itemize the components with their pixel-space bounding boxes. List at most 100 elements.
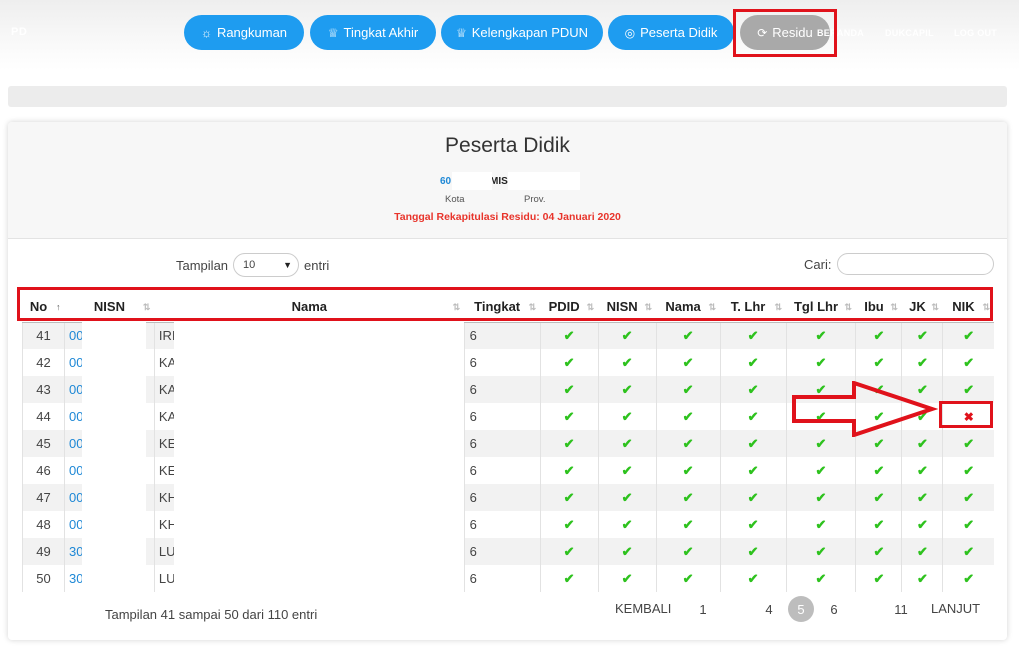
row-number: 46 xyxy=(22,457,65,484)
residu-table: No ↑ NISN ⇅ Nama ⇅ Tingkat ⇅ PDID ⇅ NISN ⇅ Nama ⇅ T. L… xyxy=(22,292,994,592)
check-icon: ✔ xyxy=(563,543,575,559)
status-cell: ✔ xyxy=(785,457,856,484)
status-cell: ✔ xyxy=(942,457,994,484)
nav-button-label: Rangkuman xyxy=(216,25,288,40)
status-cell: ✔ xyxy=(901,511,943,538)
check-icon: ✔ xyxy=(747,435,759,451)
row-tingkat: 6 xyxy=(463,538,541,565)
pager-prev[interactable]: KEMBALI xyxy=(615,601,671,616)
status-cell: ✔ xyxy=(855,511,902,538)
check-icon: ✔ xyxy=(963,354,975,370)
check-icon: ✔ xyxy=(563,516,575,532)
check-icon: ✔ xyxy=(747,381,759,397)
check-icon: ✔ xyxy=(963,516,975,532)
check-icon: ✔ xyxy=(916,435,928,451)
check-icon: ✔ xyxy=(682,543,694,559)
trophy-icon: ♕ xyxy=(455,25,467,40)
status-cell: ✔ xyxy=(539,457,599,484)
top-navbar: PD ☼ Rangkuman ♕ Tingkat Akhir ♕ Kelengk… xyxy=(0,0,1019,70)
check-icon: ✔ xyxy=(682,489,694,505)
entries-select-value: 10 xyxy=(243,259,256,271)
status-cell: ✔ xyxy=(539,430,599,457)
table-row: 48 00 KH 6 ✔ ✔ ✔ ✔ ✔ ✔ ✔ ✔ xyxy=(22,511,994,538)
status-cell: ✔ xyxy=(597,376,657,403)
check-icon: ✔ xyxy=(682,462,694,478)
lightbulb-icon: ☼ xyxy=(200,25,212,40)
status-cell: ✔ xyxy=(942,322,994,349)
nav-button-label: Peserta Didik xyxy=(640,25,718,40)
check-icon: ✔ xyxy=(563,354,575,370)
page-button[interactable]: 6 xyxy=(821,596,847,622)
status-cell: ✔ xyxy=(539,322,599,349)
check-icon: ✔ xyxy=(563,327,575,343)
check-icon: ✔ xyxy=(815,462,827,478)
status-cell: ✔ xyxy=(655,457,721,484)
table-row: 42 00 KA 6 ✔ ✔ ✔ ✔ ✔ ✔ ✔ ✔ xyxy=(22,349,994,376)
nav-button-peserta-didik[interactable]: ◎ Peserta Didik xyxy=(608,15,734,50)
row-number: 47 xyxy=(22,484,65,511)
check-icon: ✔ xyxy=(916,327,928,343)
nav-link-dukcapil[interactable]: DUKCAPIL xyxy=(885,28,934,38)
pager-next[interactable]: LANJUT xyxy=(931,601,980,616)
status-cell: ✔ xyxy=(719,484,787,511)
status-cell: ✔ xyxy=(597,565,657,592)
check-icon: ✔ xyxy=(747,462,759,478)
search-label: Cari: xyxy=(804,256,832,272)
status-cell: ✔ xyxy=(597,322,657,349)
nav-button-kelengkapan-pdun[interactable]: ♕ Kelengkapan PDUN xyxy=(441,15,603,50)
status-cell: ✔ xyxy=(539,376,599,403)
table-row: 50 30 LU 6 ✔ ✔ ✔ ✔ ✔ ✔ ✔ ✔ xyxy=(22,565,994,592)
page-title: Peserta Didik xyxy=(445,134,570,157)
status-cell: ✔ xyxy=(942,349,994,376)
status-cell: ✔ xyxy=(719,403,787,430)
nav-button-label: Tingkat Akhir xyxy=(343,25,419,40)
status-cell: ✔ xyxy=(597,457,657,484)
row-tingkat: 6 xyxy=(463,430,541,457)
page-button[interactable]: 4 xyxy=(756,596,782,622)
check-icon: ✔ xyxy=(747,408,759,424)
status-cell: ✔ xyxy=(901,349,943,376)
check-icon: ✔ xyxy=(916,462,928,478)
check-icon: ✔ xyxy=(563,381,575,397)
check-icon: ✔ xyxy=(682,435,694,451)
city-label: Kota xyxy=(445,194,465,205)
highlight-box-header xyxy=(17,287,993,321)
status-cell: ✔ xyxy=(901,538,943,565)
row-tingkat: 6 xyxy=(463,457,541,484)
table-row: 47 00 KH 6 ✔ ✔ ✔ ✔ ✔ ✔ ✔ ✔ xyxy=(22,484,994,511)
check-icon: ✔ xyxy=(682,381,694,397)
table-row: 41 00 IRI 6 ✔ ✔ ✔ ✔ ✔ ✔ ✔ ✔ xyxy=(22,322,994,349)
status-cell: ✔ xyxy=(597,403,657,430)
page-button[interactable]: 11 xyxy=(888,596,914,622)
row-tingkat: 6 xyxy=(463,565,541,592)
breadcrumb-bar xyxy=(8,86,1007,107)
entries-length-control: Tampilan 10 ▼ entri xyxy=(176,253,329,277)
status-cell: ✔ xyxy=(942,376,994,403)
province-label: Prov. xyxy=(524,194,546,205)
school-line: 60 MIS xyxy=(440,176,508,187)
table-row: 46 00 KE 6 ✔ ✔ ✔ ✔ ✔ ✔ ✔ ✔ xyxy=(22,457,994,484)
check-icon: ✔ xyxy=(621,462,633,478)
status-cell: ✔ xyxy=(785,349,856,376)
nav-button-rangkuman[interactable]: ☼ Rangkuman xyxy=(184,15,304,50)
status-cell: ✔ xyxy=(597,511,657,538)
search-input[interactable] xyxy=(837,253,995,275)
recap-date: Tanggal Rekapitulasi Residu: 04 Januari … xyxy=(394,211,621,223)
check-icon: ✔ xyxy=(747,570,759,586)
status-cell: ✔ xyxy=(719,565,787,592)
status-cell: ✔ xyxy=(942,484,994,511)
nav-button-tingkat-akhir[interactable]: ♕ Tingkat Akhir xyxy=(310,15,436,50)
page-button[interactable]: 1 xyxy=(690,596,716,622)
entries-select[interactable]: 10 ▼ xyxy=(233,253,300,277)
brand-logo[interactable]: PD xyxy=(11,26,27,38)
page-button-current[interactable]: 5 xyxy=(788,596,814,622)
check-icon: ✔ xyxy=(621,570,633,586)
status-cell: ✔ xyxy=(785,565,856,592)
status-cell: ✔ xyxy=(539,511,599,538)
status-cell: ✔ xyxy=(539,349,599,376)
length-suffix: entri xyxy=(304,257,330,273)
status-cell: ✔ xyxy=(655,511,721,538)
user-circle-icon: ◎ xyxy=(624,25,636,40)
nav-link-logout[interactable]: LOG OUT xyxy=(954,28,997,38)
check-icon: ✔ xyxy=(747,354,759,370)
